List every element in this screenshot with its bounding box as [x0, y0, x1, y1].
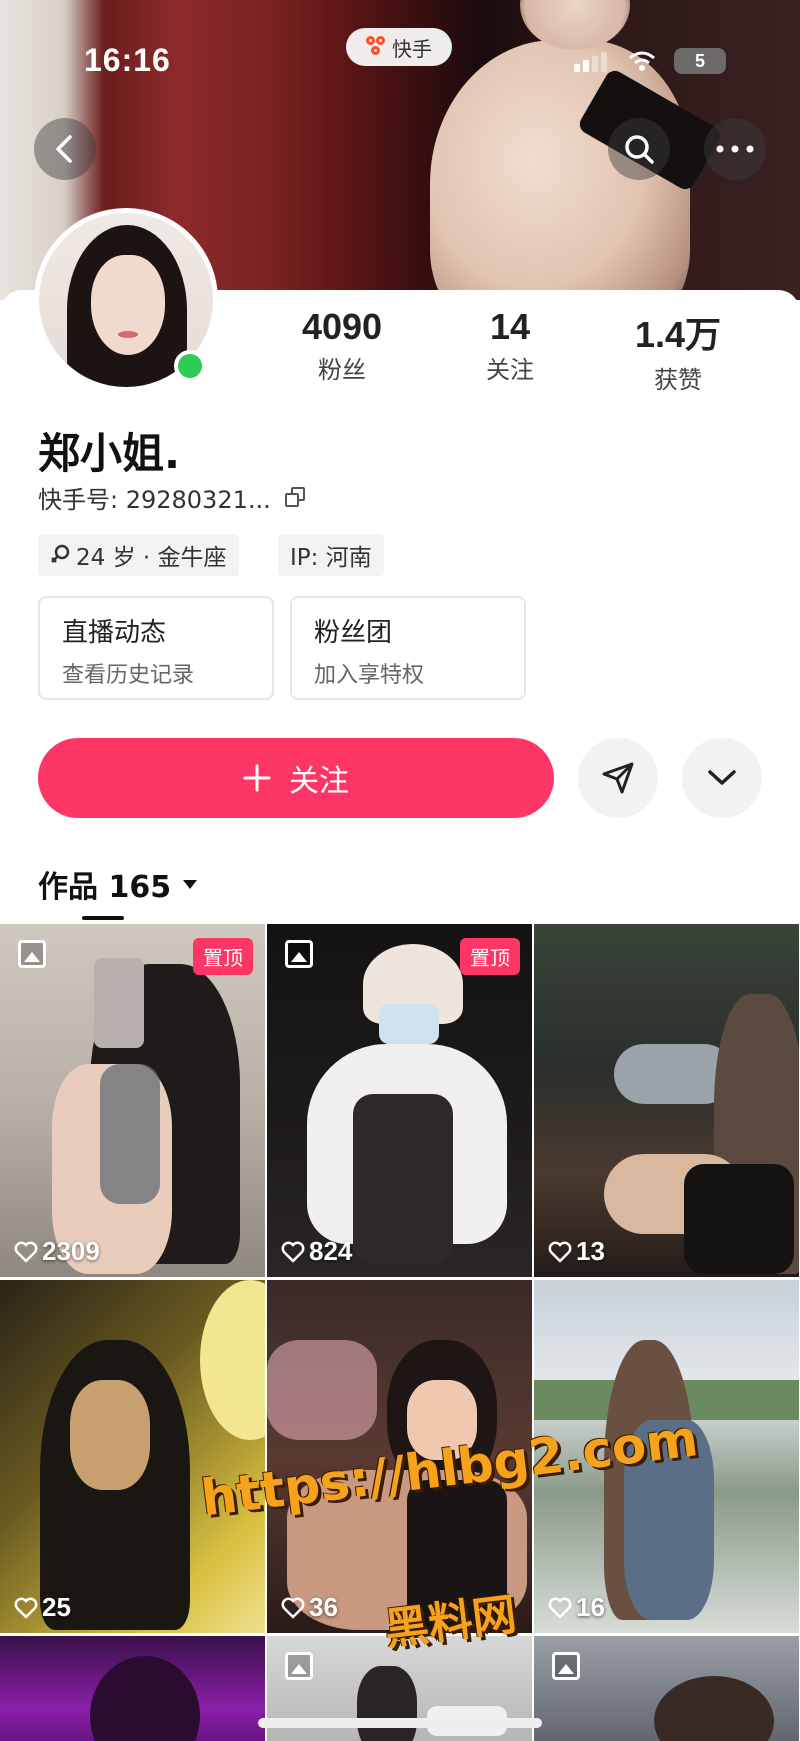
- online-status-indicator: [174, 350, 206, 382]
- status-time: 16:16: [84, 42, 171, 78]
- plus-icon: [243, 764, 271, 792]
- caret-down-icon: [183, 879, 198, 889]
- battery-indicator: 5: [674, 48, 726, 74]
- pinned-badge: 置顶: [460, 938, 520, 975]
- heart-icon: [281, 1597, 305, 1619]
- work-tile[interactable]: 25: [0, 1280, 265, 1633]
- age-zodiac-text: 24 岁 · 金牛座: [76, 545, 227, 571]
- work-tile[interactable]: 置顶 824: [267, 924, 532, 1277]
- stat-likes[interactable]: 1.4万 获赞: [608, 306, 748, 395]
- work-tile[interactable]: 置顶 2309: [0, 924, 265, 1277]
- chevron-down-icon: [708, 770, 736, 785]
- works-tab-label: 作品 165: [38, 870, 172, 905]
- kuaishou-id-text: 快手号: 29280321...: [38, 486, 271, 514]
- like-count: 25: [14, 1592, 71, 1623]
- tag-age-zodiac: 24 岁 · 金牛座: [38, 534, 239, 576]
- quick-entry-subtitle: 加入享特权: [314, 663, 425, 688]
- heart-icon: [548, 1597, 572, 1619]
- heart-icon: [281, 1241, 305, 1263]
- heart-icon: [548, 1241, 572, 1263]
- profile-name: 郑小姐.: [38, 429, 180, 478]
- tag-ip-location: IP: 河南: [278, 534, 384, 576]
- like-count-value: 16: [576, 1592, 605, 1622]
- image-post-icon: [18, 940, 46, 968]
- like-count-value: 824: [309, 1236, 353, 1266]
- app-name: 快手: [392, 36, 432, 61]
- like-count: 13: [548, 1236, 605, 1267]
- like-count: 2309: [14, 1236, 100, 1267]
- copy-icon[interactable]: [284, 486, 307, 509]
- stat-followers[interactable]: 4090 粉丝: [272, 306, 412, 385]
- image-post-icon: [552, 1652, 580, 1680]
- send-icon: [602, 762, 634, 794]
- work-tile[interactable]: 13: [534, 924, 799, 1277]
- like-count-value: 13: [576, 1236, 605, 1266]
- stat-value: 14: [489, 306, 531, 347]
- kuaishou-logo-icon: [366, 36, 388, 58]
- like-count-value: 36: [309, 1592, 338, 1622]
- stat-value: 4090: [301, 306, 383, 347]
- tab-works[interactable]: 作品 165: [38, 862, 198, 906]
- home-indicator[interactable]: [258, 1718, 542, 1728]
- quick-entry-title: 直播动态: [62, 618, 167, 648]
- quick-entry-subtitle: 查看历史记录: [62, 663, 195, 688]
- quick-entry-title: 粉丝团: [314, 618, 393, 648]
- cellular-signal-icon: [574, 52, 607, 72]
- gender-female-icon: [51, 544, 70, 563]
- quick-entry-live[interactable]: 直播动态 查看历史记录: [38, 596, 274, 700]
- follow-button[interactable]: 关注: [38, 738, 554, 818]
- like-count-value: 2309: [42, 1236, 100, 1266]
- quick-entry-fan-club[interactable]: 粉丝团 加入享特权: [290, 596, 526, 700]
- follow-label: 关注: [289, 764, 349, 799]
- search-icon: [625, 135, 654, 164]
- like-count: 16: [548, 1592, 605, 1623]
- heart-icon: [14, 1241, 38, 1263]
- stat-following[interactable]: 14 关注: [440, 306, 580, 385]
- image-post-icon: [285, 940, 313, 968]
- work-tile[interactable]: [534, 1636, 799, 1741]
- more-dots-icon: [716, 145, 754, 153]
- more-button[interactable]: [704, 118, 766, 180]
- pinned-badge: 置顶: [193, 938, 253, 975]
- work-tile[interactable]: [0, 1636, 265, 1741]
- stat-label: 获赞: [654, 366, 702, 394]
- app-indicator: 快手: [346, 28, 452, 66]
- expand-button[interactable]: [682, 738, 762, 818]
- like-count: 824: [281, 1236, 352, 1267]
- ip-location-text: IP: 河南: [290, 545, 372, 571]
- stat-label: 粉丝: [318, 356, 366, 384]
- kuaishou-id: 快手号: 29280321...: [38, 480, 307, 515]
- heart-icon: [14, 1597, 38, 1619]
- chevron-left-icon: [56, 135, 72, 163]
- tab-underline: [82, 916, 124, 920]
- back-button[interactable]: [34, 118, 96, 180]
- stat-value: 1.4万: [634, 314, 722, 355]
- stat-label: 关注: [486, 356, 534, 384]
- like-count: 36: [281, 1592, 338, 1623]
- search-button[interactable]: [608, 118, 670, 180]
- image-post-icon: [285, 1652, 313, 1680]
- message-button[interactable]: [578, 738, 658, 818]
- like-count-value: 25: [42, 1592, 71, 1622]
- wifi-icon: [629, 51, 655, 71]
